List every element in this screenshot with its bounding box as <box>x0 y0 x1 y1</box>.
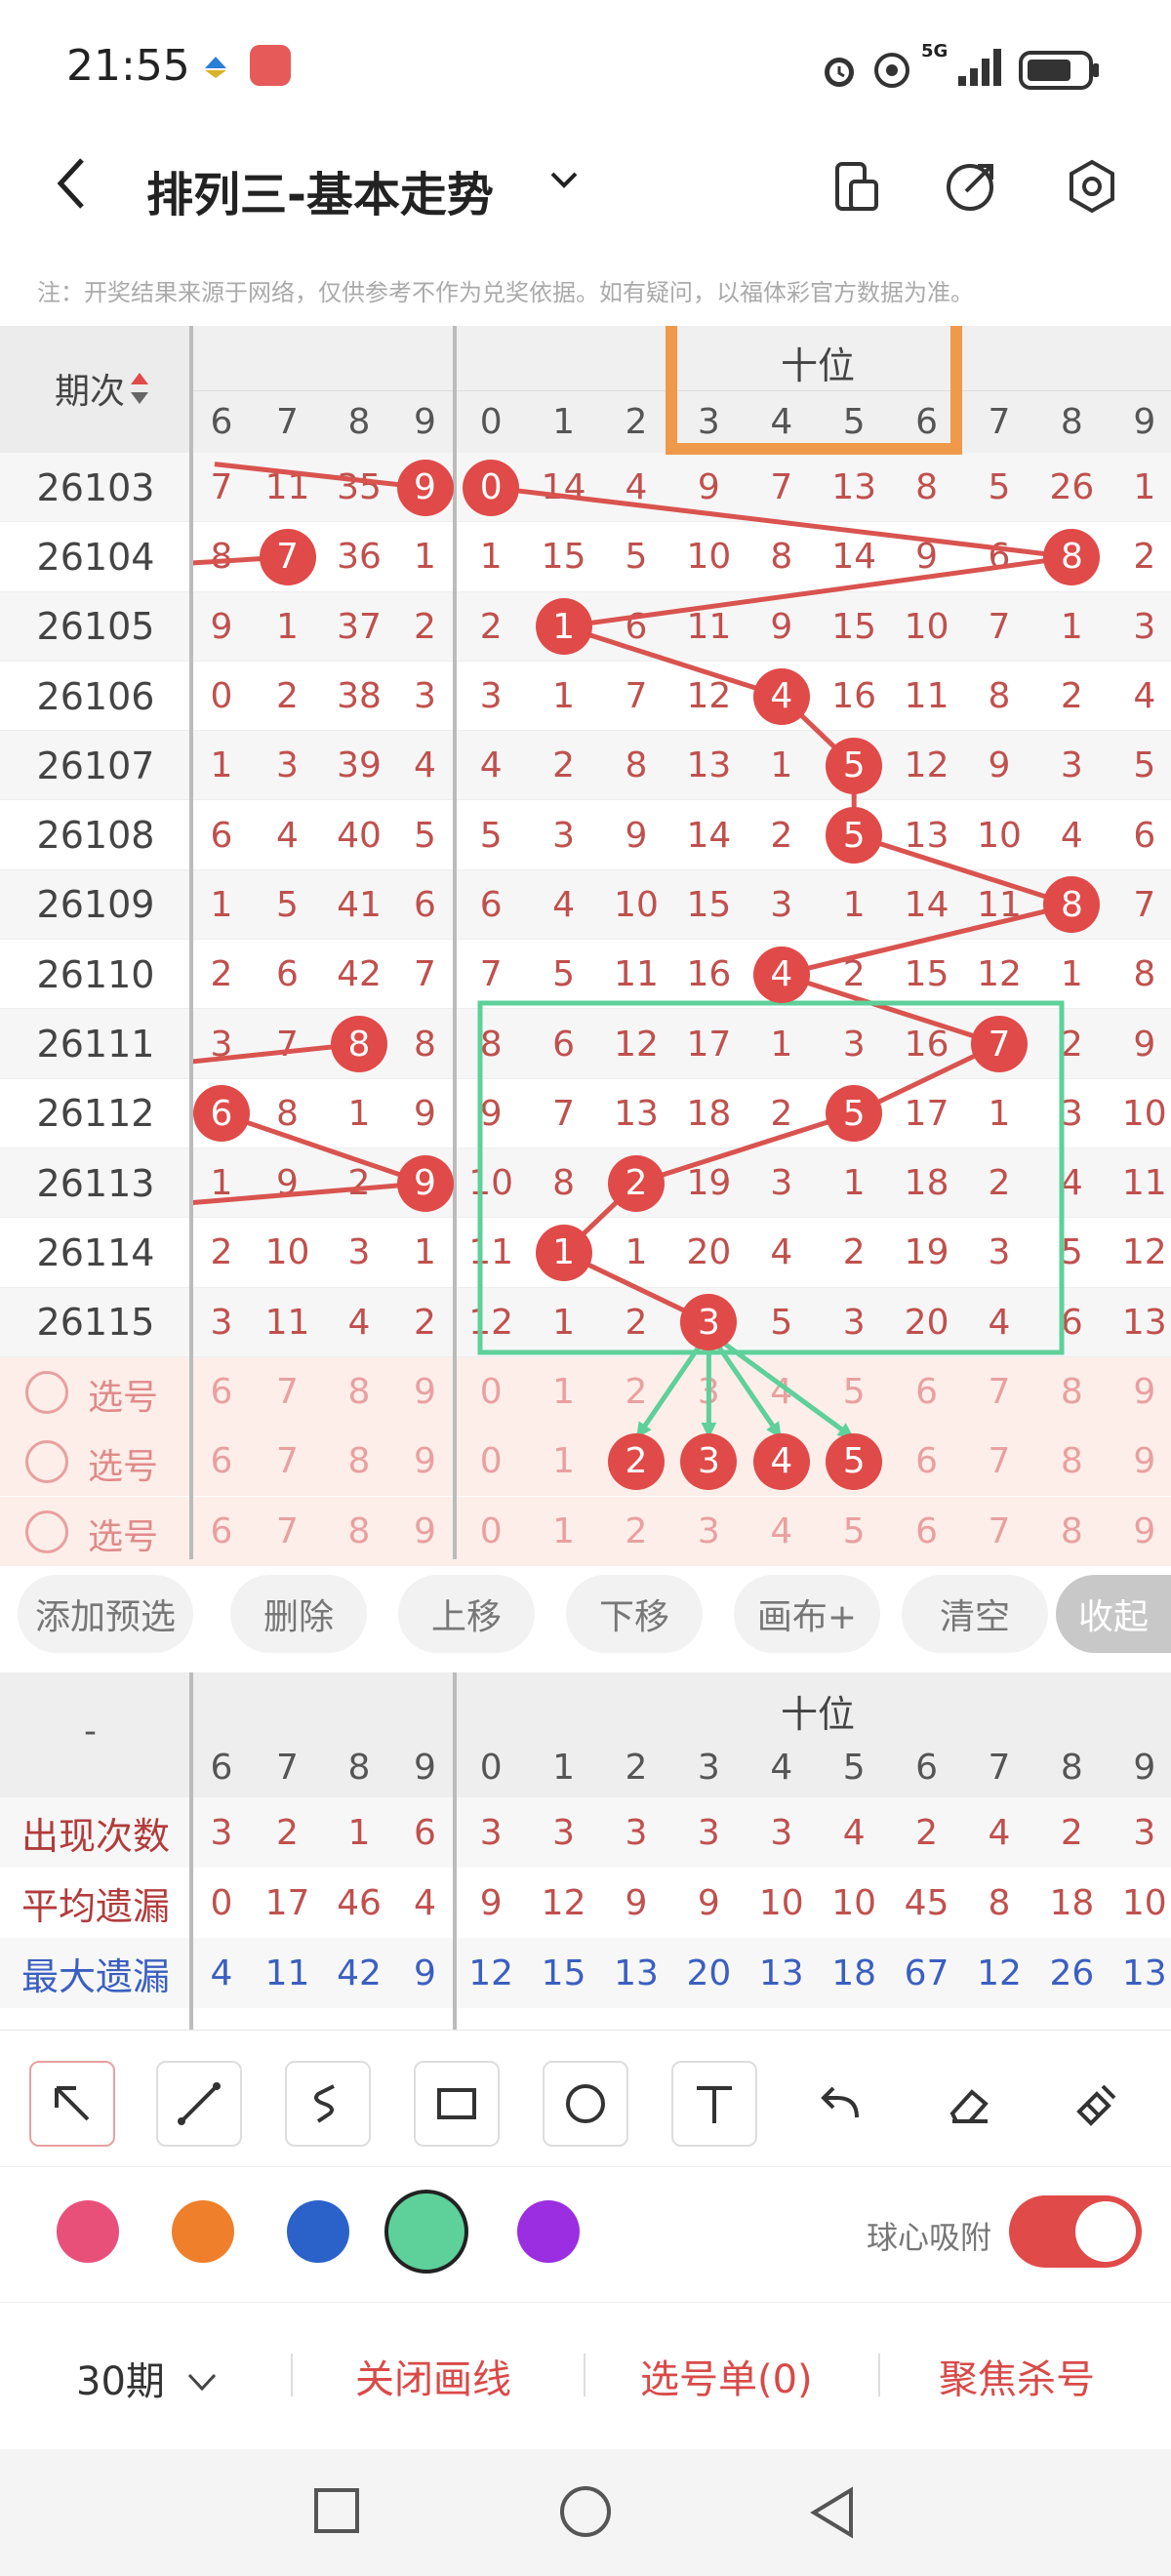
trend-line <box>190 1181 425 1206</box>
snap-label: 球心吸附 <box>867 2219 992 2256</box>
trend-table: 期次 十位 67890123456789 2610371135901449713… <box>0 326 1171 1566</box>
app-root: { "status_bar": {"time": "21:55", "netwo… <box>0 0 1171 2576</box>
battery-icon <box>1019 51 1101 94</box>
stats-table: - 十位 67890123456789 出现次数 3 2 1 6 3 3 3 3 3 4 2 4 2 3 平均… <box>0 1672 1171 2030</box>
trend-line <box>781 972 1000 1047</box>
drawn-number-ball[interactable]: 4 <box>752 667 810 725</box>
disclaimer-note: 注：开奖结果来源于网络，仅供参考不作为兑奖依据。如有疑问，以福体彩官方数据为准。 <box>37 279 974 306</box>
trend-line <box>853 832 1073 907</box>
device-icon[interactable] <box>829 160 882 219</box>
drawn-number-ball[interactable]: 1 <box>535 598 592 656</box>
line-tool-icon <box>178 2082 221 2125</box>
drawn-number-ball[interactable]: 1 <box>535 1224 592 1281</box>
tool-button[interactable] <box>798 2061 884 2147</box>
arrow-tool-icon <box>55 2086 90 2121</box>
trend-line <box>562 624 783 699</box>
app-badge-icon <box>250 45 291 86</box>
app-notification-icon <box>201 51 230 80</box>
close-draw-button[interactable]: 关闭画线 <box>355 2348 511 2404</box>
eraser-icon <box>949 2089 989 2123</box>
chevron-down-icon[interactable] <box>546 166 582 199</box>
trend-line <box>214 462 425 491</box>
color-swatch[interactable] <box>517 2200 580 2263</box>
curve-tool-icon <box>314 2084 335 2123</box>
pick-list-button[interactable]: 选号单(0) <box>640 2348 813 2404</box>
action-button[interactable]: 下移 <box>566 1575 703 1653</box>
undo-icon <box>821 2086 859 2118</box>
green-arrow-line <box>707 1330 856 1441</box>
page-title[interactable]: 排列三-基本走势 <box>146 156 494 224</box>
drawing-overlay[interactable] <box>0 326 1171 1559</box>
alarm-icon <box>818 49 861 96</box>
period-count-select[interactable]: 30期 <box>76 2350 219 2406</box>
selected-digit-ball[interactable]: 5 <box>826 1432 883 1490</box>
color-swatch[interactable] <box>384 2190 468 2274</box>
action-button[interactable]: 上移 <box>398 1575 535 1653</box>
selected-digit-ball[interactable]: 2 <box>608 1432 665 1490</box>
text-tool-icon <box>697 2086 732 2123</box>
back-nav-icon[interactable] <box>808 2486 857 2543</box>
trend-line <box>563 554 1072 629</box>
orange-annotation-rect[interactable] <box>666 326 962 455</box>
home-icon[interactable] <box>560 2486 611 2537</box>
tool-button[interactable] <box>671 2061 757 2147</box>
clear-brush-icon <box>1076 2084 1116 2126</box>
drawn-number-ball[interactable]: 7 <box>971 1016 1028 1073</box>
stats-dividers <box>189 1672 457 2030</box>
snap-toggle[interactable] <box>1009 2195 1142 2268</box>
selected-digit-ball[interactable]: 4 <box>752 1432 810 1490</box>
trend-line <box>781 903 1072 978</box>
chevron-down-icon <box>187 2373 216 2392</box>
status-time: 21:55 <box>66 41 190 91</box>
signal-icon <box>956 47 1005 92</box>
action-button[interactable]: 画布+ <box>734 1575 880 1653</box>
period-count-label: 30期 <box>76 2359 165 2404</box>
tool-button[interactable] <box>285 2061 371 2147</box>
color-swatch[interactable] <box>172 2200 234 2263</box>
color-swatch[interactable] <box>287 2200 349 2263</box>
tool-button[interactable] <box>29 2061 115 2147</box>
back-icon[interactable] <box>53 154 92 217</box>
hotspot-icon <box>870 47 915 96</box>
drawn-number-ball[interactable]: 8 <box>1043 528 1101 585</box>
drawn-number-ball[interactable]: 5 <box>826 807 883 865</box>
drawn-number-ball[interactable]: 9 <box>396 459 454 516</box>
drawn-number-ball[interactable]: 9 <box>396 1154 454 1212</box>
drawn-number-ball[interactable]: 0 <box>463 459 520 516</box>
focus-kill-button[interactable]: 聚焦杀号 <box>939 2348 1095 2404</box>
selected-digit-ball[interactable]: 3 <box>680 1432 738 1490</box>
drawn-number-ball[interactable]: 4 <box>752 946 810 1003</box>
trend-line <box>490 485 1072 560</box>
circle-tool-icon <box>566 2084 605 2123</box>
drawn-number-ball[interactable]: 5 <box>826 737 883 794</box>
drawn-number-ball[interactable]: 6 <box>193 1085 250 1143</box>
share-icon[interactable] <box>943 158 999 219</box>
drawn-number-ball[interactable]: 7 <box>259 528 316 585</box>
action-button[interactable]: 添加预选 <box>18 1575 193 1653</box>
tool-button[interactable] <box>543 2061 628 2147</box>
trend-line <box>221 1110 426 1187</box>
settings-icon[interactable] <box>1064 158 1120 219</box>
tool-button[interactable] <box>414 2061 500 2147</box>
recent-apps-icon[interactable] <box>314 2488 359 2533</box>
action-button[interactable]: 收起 <box>1056 1575 1171 1653</box>
network-type: 5G <box>921 41 949 61</box>
tool-button[interactable] <box>156 2061 242 2147</box>
tool-button[interactable] <box>1054 2061 1140 2147</box>
trend-line <box>635 1110 855 1187</box>
color-swatch[interactable] <box>57 2200 119 2263</box>
drawn-number-ball[interactable]: 8 <box>331 1016 387 1073</box>
action-button[interactable]: 清空 <box>902 1575 1048 1653</box>
action-button[interactable]: 删除 <box>230 1575 367 1653</box>
tool-button[interactable] <box>925 2061 1011 2147</box>
rect-tool-icon <box>437 2088 476 2119</box>
drawn-number-ball[interactable]: 2 <box>608 1154 665 1212</box>
